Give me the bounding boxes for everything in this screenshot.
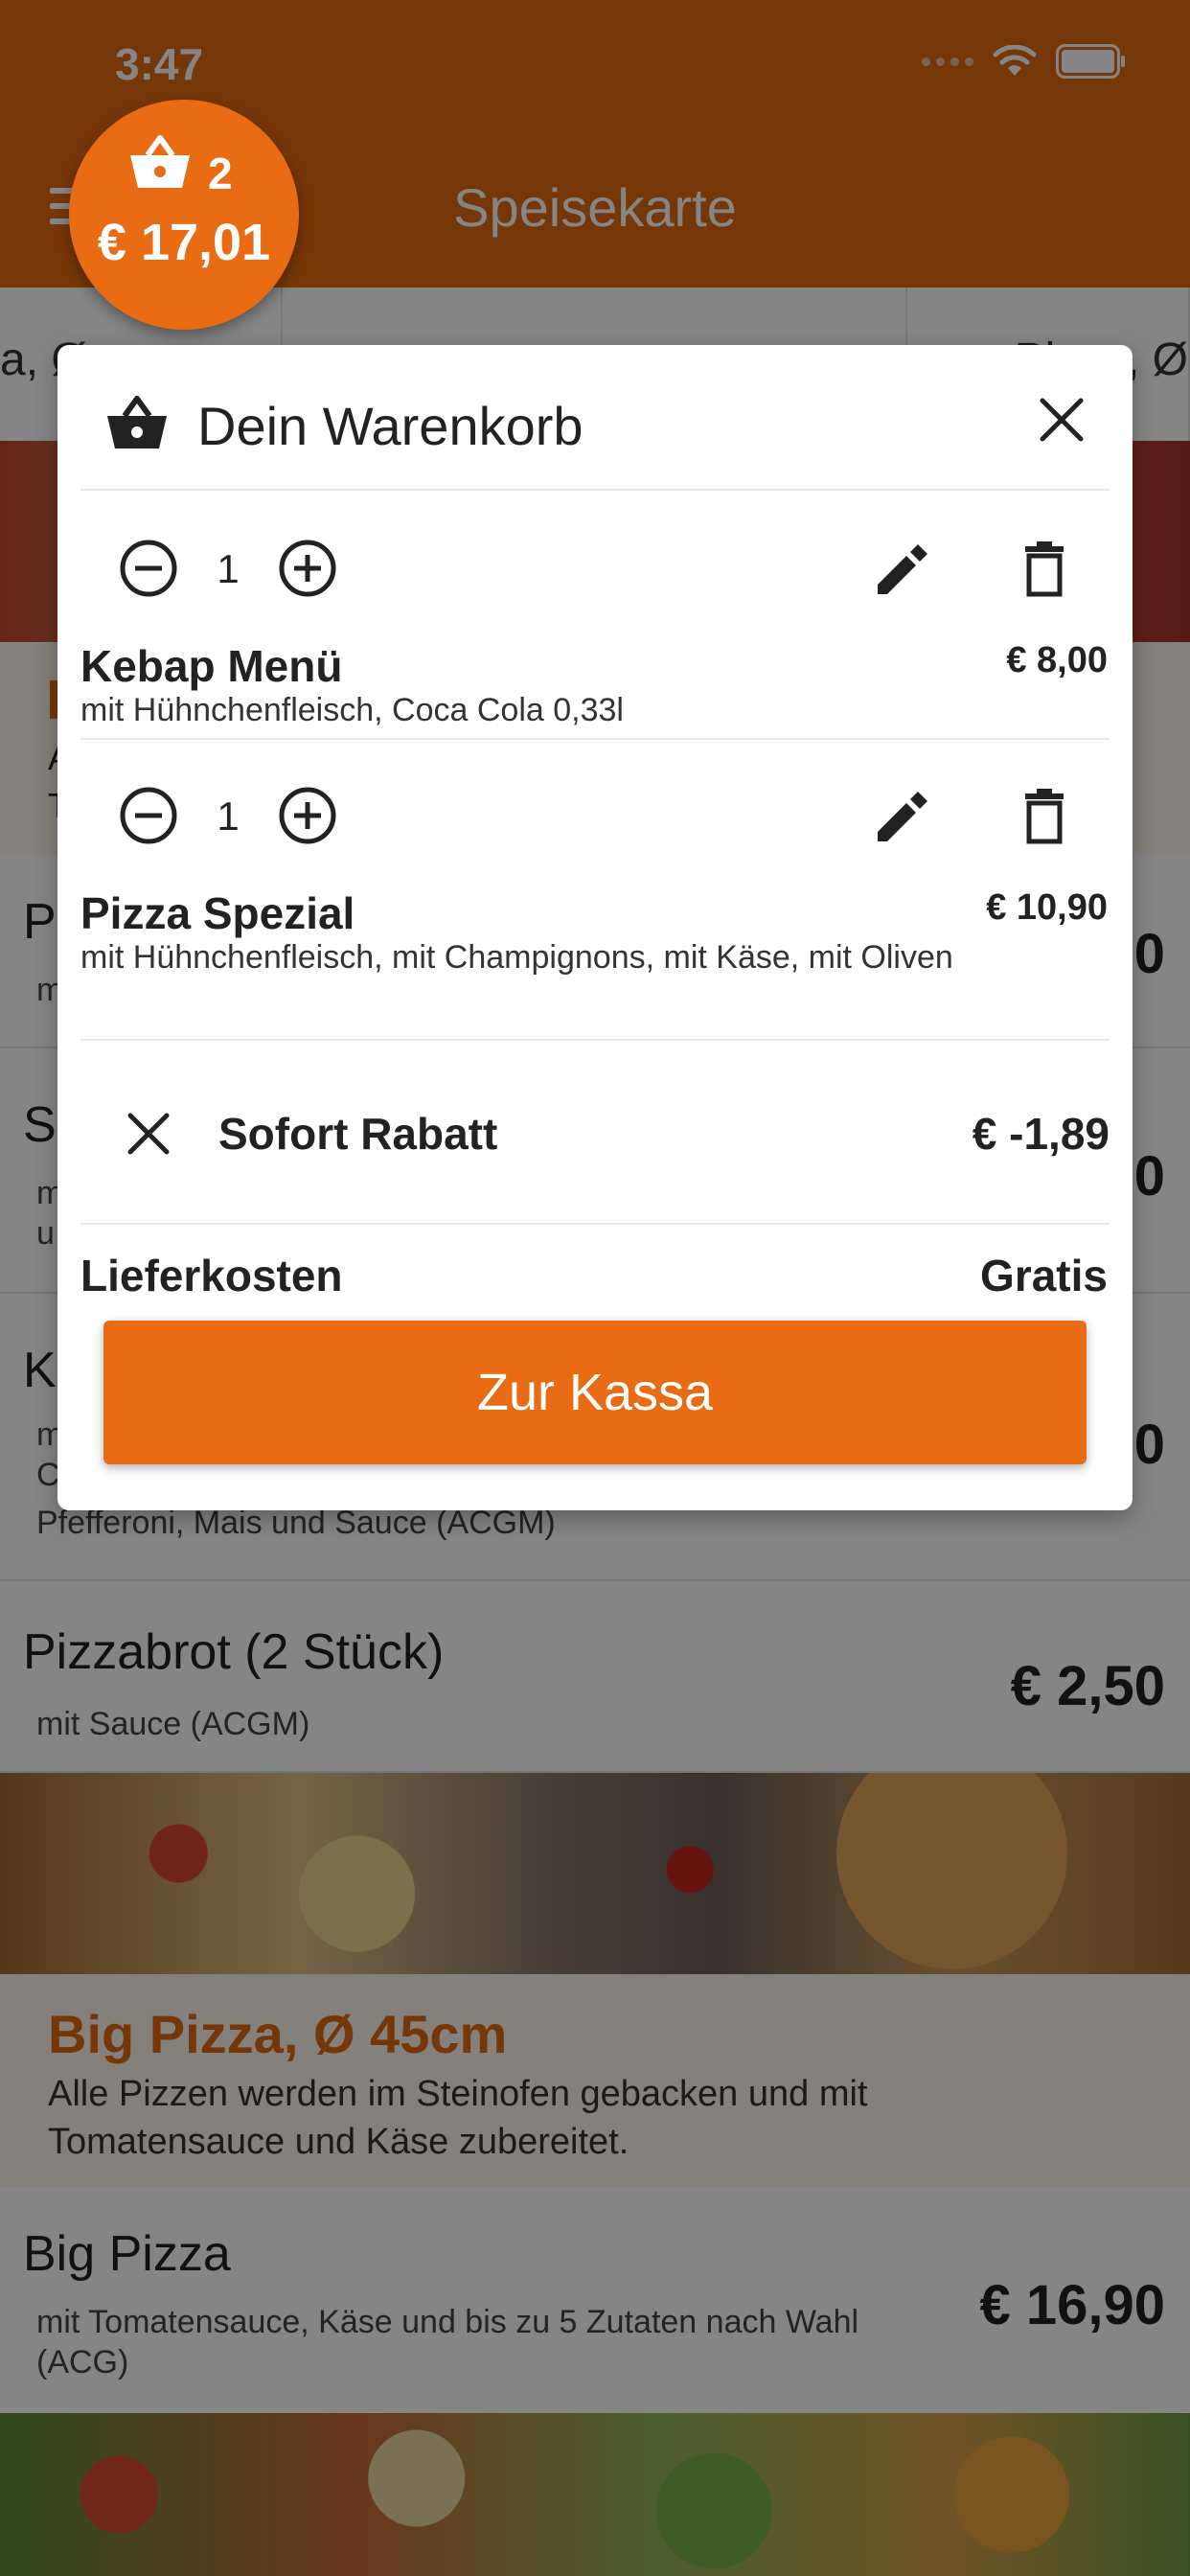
plus-circle-icon[interactable] xyxy=(278,786,337,845)
discount-value: € -1,89 xyxy=(972,1109,1110,1159)
divider xyxy=(80,489,1110,491)
trash-icon[interactable] xyxy=(1016,788,1073,845)
basket-icon xyxy=(107,396,167,448)
close-icon[interactable] xyxy=(125,1110,172,1158)
cart-count: 2 xyxy=(208,149,233,198)
basket-icon xyxy=(130,135,190,188)
trash-icon[interactable] xyxy=(1016,540,1073,598)
cart-item-price: € 8,00 xyxy=(1006,640,1108,680)
cart-item-price: € 10,90 xyxy=(986,887,1108,928)
minus-circle-icon[interactable] xyxy=(119,539,178,598)
delivery-value: Gratis xyxy=(980,1251,1108,1300)
divider xyxy=(80,738,1110,740)
cart-title: Dein Warenkorb xyxy=(197,396,584,456)
cart-item-name: Kebap Menü xyxy=(80,641,343,691)
item-quantity: 1 xyxy=(217,794,240,839)
divider xyxy=(80,1223,1110,1225)
close-icon[interactable] xyxy=(1035,393,1088,447)
item-quantity: 1 xyxy=(217,546,240,591)
checkout-button[interactable]: Zur Kassa xyxy=(103,1321,1087,1464)
edit-icon[interactable] xyxy=(872,788,929,845)
cart-item-name: Pizza Spezial xyxy=(80,888,355,938)
edit-icon[interactable] xyxy=(872,540,929,598)
plus-circle-icon[interactable] xyxy=(278,539,337,598)
cart-total: € 17,01 xyxy=(97,214,271,271)
cart-item-options: mit Hühnchenfleisch, Coca Cola 0,33l xyxy=(80,692,624,728)
cart-badge[interactable]: 2 € 17,01 xyxy=(69,100,299,330)
minus-circle-icon[interactable] xyxy=(119,786,178,845)
delivery-label: Lieferkosten xyxy=(80,1251,343,1300)
discount-label: Sofort Rabatt xyxy=(218,1109,498,1159)
cart-dialog: Dein Warenkorb 1 Kebap Menü € 8,00 mit H… xyxy=(57,345,1133,1510)
divider xyxy=(80,1039,1110,1041)
cart-item-options: mit Hühnchenfleisch, mit Champignons, mi… xyxy=(80,939,953,976)
